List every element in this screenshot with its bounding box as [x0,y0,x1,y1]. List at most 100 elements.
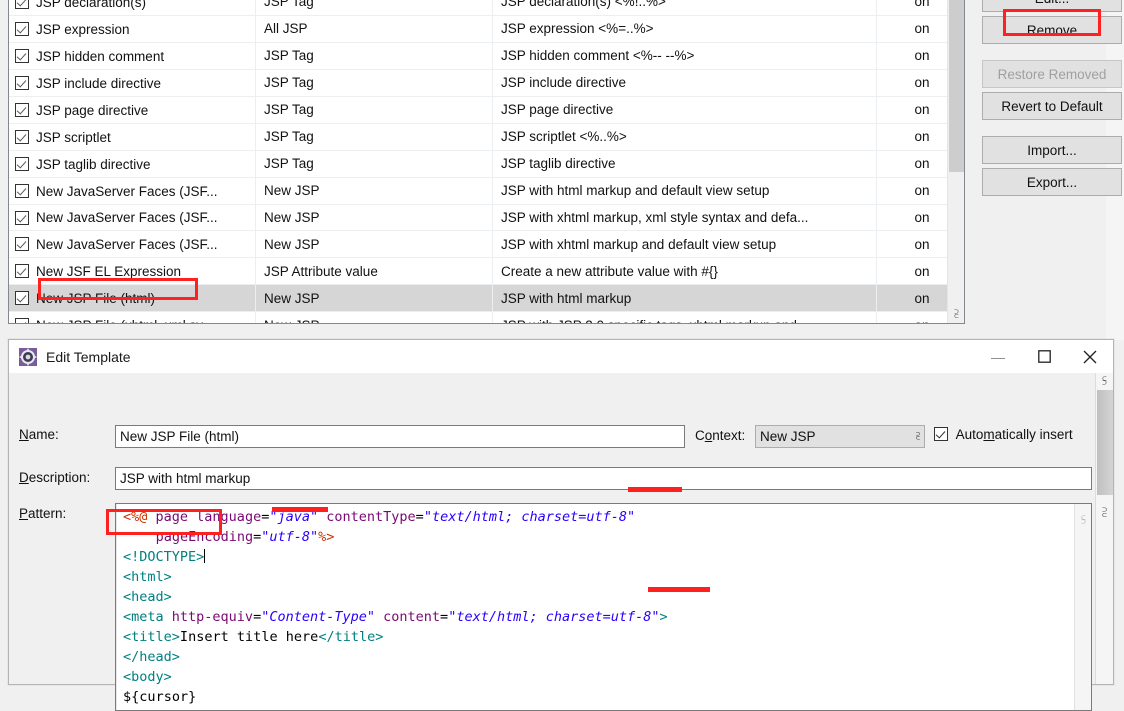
row-checkbox[interactable] [15,102,29,117]
cell-description: JSP hidden comment <%-- --%> [492,42,877,70]
table-row[interactable]: JSP page directive JSP Tag JSP page direct… [9,96,964,124]
cell-description: JSP with xhtml markup and default view s… [492,230,877,259]
cell-description: JSP scriptlet <%..%> [492,123,877,151]
table-row[interactable]: New JavaServer Faces (JSF... New JSP JSP w… [9,204,964,232]
table-row[interactable]: New JavaServer Faces (JSF... New JSP JSP w… [9,230,964,259]
pattern-editor[interactable]: <%@ page language="java" contentType="te… [115,503,1092,711]
edit-button-label: Edit... [1035,0,1070,6]
cell-context: All JSP [255,15,493,43]
chevron-up-icon[interactable]: ⫓ [1096,373,1113,390]
dialog-content: Name: New JSP File (html) Context: New J… [9,373,1113,711]
chevron-up-icon[interactable]: ⫓ [1075,512,1091,529]
row-checkbox[interactable] [15,264,29,279]
maximize-icon[interactable] [1021,340,1067,373]
row-checkbox[interactable] [15,48,29,63]
template-name-label: New JSP File (xhtml, xml sy... [36,313,213,323]
cell-description: JSP with html markup [492,284,877,313]
row-checkbox[interactable] [15,156,29,171]
cell-name: New JavaServer Faces (JSF... [9,177,256,205]
row-checkbox[interactable] [15,210,29,225]
chevron-down-icon[interactable]: ⫔ [1096,503,1113,523]
template-name-label: JSP taglib directive [36,156,151,172]
context-select[interactable]: New JSP ⫔ [755,425,925,448]
row-checkbox[interactable] [15,75,29,90]
revert-to-default-button[interactable]: Revert to Default [982,92,1122,120]
row-checkbox[interactable] [15,21,29,36]
cell-context: New JSP [255,311,493,323]
table-row[interactable]: JSP include directive JSP Tag JSP include … [9,69,964,97]
close-icon[interactable] [1067,340,1113,373]
edit-button[interactable]: Edit... [982,0,1122,12]
cell-name: JSP hidden comment [9,42,256,70]
row-checkbox[interactable] [15,291,29,306]
template-name-label: New JSP File (html) [36,291,156,307]
name-input-value: New JSP File (html) [120,429,240,444]
import-button[interactable]: Import... [982,136,1122,164]
row-checkbox[interactable] [15,318,29,323]
cell-description: Create a new attribute value with #{} [492,257,877,286]
scrollbar-thumb[interactable] [1097,390,1113,495]
cell-context: JSP Tag [255,69,493,97]
pattern-scrollbar[interactable]: ⫓ [1074,504,1091,710]
cell-name: JSP include directive [9,69,256,97]
cell-name: New JSP File (html) [9,284,256,313]
table-row[interactable]: JSP scriptlet JSP Tag JSP scriptlet <%..%>… [9,123,964,151]
cell-description: JSP taglib directive [492,150,877,178]
chevron-down-icon: ⫔ [916,431,920,441]
table-row[interactable]: JSP declaration(s) JSP Tag JSP declaration… [9,0,964,16]
template-name-label: New JSF EL Expression [36,264,182,280]
template-name-label: JSP expression [36,21,130,37]
minimize-icon[interactable]: — [975,340,1021,373]
cell-name: JSP declaration(s) [9,0,256,16]
cell-description: JSP expression <%=..%> [492,15,877,43]
cell-name: New JSP File (xhtml, xml sy... [9,311,256,323]
window-controls: — [975,340,1113,373]
cell-description: JSP with xhtml markup, xml style syntax … [492,204,877,232]
row-checkbox[interactable] [15,0,29,9]
templates-table-scrollbar[interactable]: ⫔ [947,0,964,323]
row-checkbox[interactable] [15,183,29,198]
table-row[interactable]: JSP expression All JSP JSP expression <%=.… [9,15,964,43]
remove-button[interactable]: Remove [982,16,1122,44]
table-row[interactable]: New JSF EL Expression JSP Attribute value… [9,257,964,286]
row-checkbox[interactable] [15,129,29,144]
cell-description: JSP include directive [492,69,877,97]
import-button-label: Import... [1027,142,1077,158]
name-input[interactable]: New JSP File (html) [115,425,685,448]
templates-table-body: JSP declaration(s) JSP Tag JSP declaration… [9,0,964,323]
pattern-code[interactable]: <%@ page language="java" contentType="te… [116,504,1074,710]
row-checkbox[interactable] [15,237,29,252]
cell-context: New JSP [255,284,493,313]
cell-context: New JSP [255,230,493,259]
context-select-value: New JSP [760,429,816,444]
pattern-label: Pattern: [19,506,67,521]
template-name-label: JSP hidden comment [36,48,165,64]
template-name-label: New JavaServer Faces (JSF... [36,183,218,199]
dialog-scrollbar[interactable]: ⫓ ⫔ [1095,373,1113,684]
cell-name: JSP page directive [9,96,256,124]
cell-name: New JavaServer Faces (JSF... [9,230,256,259]
edit-template-dialog: Edit Template — Name: New JSP File (html… [8,339,1114,711]
checkbox-box [934,427,948,441]
table-row[interactable]: JSP taglib directive JSP Tag JSP taglib di… [9,150,964,178]
templates-table[interactable]: JSP declaration(s) JSP Tag JSP declaration… [8,0,965,324]
cell-name: New JSF EL Expression [9,257,256,286]
table-row[interactable]: New JavaServer Faces (JSF... New JSP JSP w… [9,177,964,205]
cell-context: New JSP [255,177,493,205]
description-input-value: JSP with html markup [120,471,251,486]
table-row[interactable]: New JSP File (xhtml, xml sy... New JSPJSP… [9,311,964,323]
scrollbar-thumb[interactable] [949,0,964,172]
export-button[interactable]: Export... [982,168,1122,196]
cell-description: JSP page directive [492,96,877,124]
restore-removed-button-label: Restore Removed [997,66,1107,82]
templates-preference-page: JSP declaration(s) JSP Tag JSP declaration… [0,0,1124,340]
cell-context: JSP Tag [255,150,493,178]
description-input[interactable]: JSP with html markup [115,467,1092,490]
table-row[interactable]: JSP hidden comment JSP Tag JSP hidden comm… [9,42,964,70]
automatically-insert-checkbox[interactable]: Automatically insert [934,427,1073,442]
cell-name: JSP taglib directive [9,150,256,178]
table-row[interactable]: New JSP File (html) New JSP JSP with html … [9,284,964,313]
dialog-title-bar[interactable]: Edit Template — [9,340,1113,374]
remove-button-label: Remove [1026,22,1078,38]
chevron-down-icon[interactable]: ⫔ [948,306,964,323]
